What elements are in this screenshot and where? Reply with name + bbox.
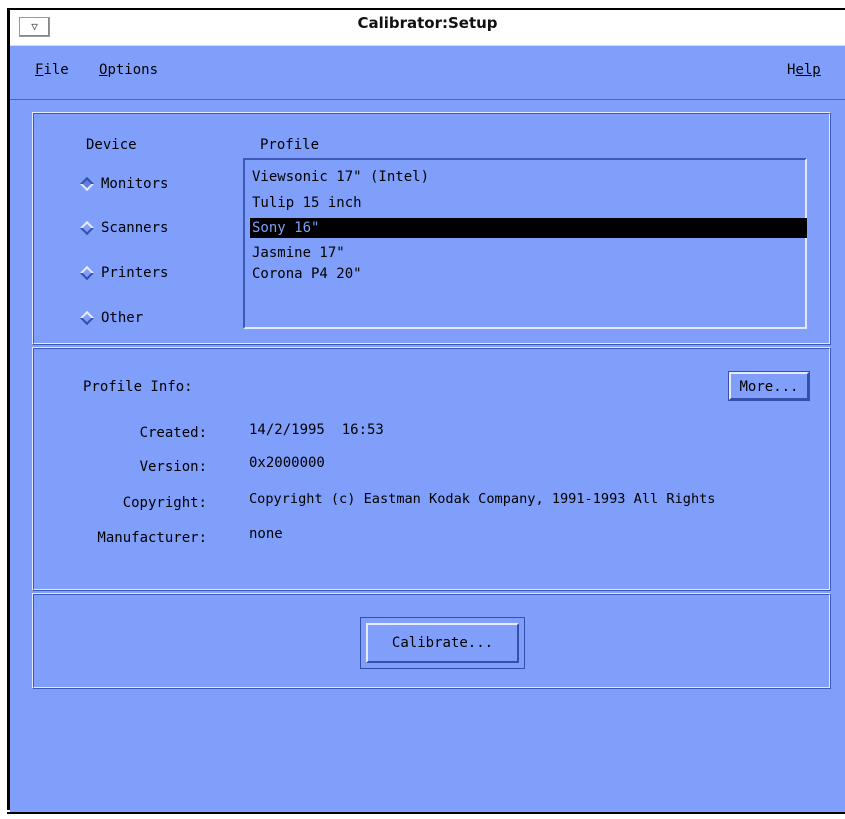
calibrate-button[interactable]: Calibrate... bbox=[366, 623, 519, 663]
radio-label: Monitors bbox=[101, 176, 169, 192]
created-value: 14/2/1995 16:53 bbox=[249, 422, 384, 438]
menu-help[interactable]: Help bbox=[787, 62, 821, 78]
radio-unselected-icon bbox=[79, 265, 95, 281]
radio-printers[interactable]: Printers bbox=[79, 265, 169, 281]
list-item[interactable]: Jasmine 17" bbox=[250, 243, 807, 263]
radio-unselected-icon bbox=[79, 310, 95, 326]
radio-label: Other bbox=[101, 310, 144, 326]
profile-list[interactable]: Viewsonic 17" (Intel) Tulip 15 inch Sony… bbox=[243, 158, 807, 329]
radio-label: Printers bbox=[101, 265, 169, 281]
list-item[interactable]: Viewsonic 17" (Intel) bbox=[250, 167, 807, 187]
profile-info-heading: Profile Info: bbox=[83, 379, 193, 395]
version-value: 0x2000000 bbox=[249, 455, 325, 471]
created-label: Created: bbox=[139, 425, 207, 441]
copyright-label: Copyright: bbox=[122, 495, 207, 511]
manufacturer-value: none bbox=[249, 526, 283, 542]
radio-monitors[interactable]: Monitors bbox=[79, 176, 169, 192]
radio-selected-icon bbox=[79, 176, 95, 192]
window-title: Calibrator:Setup bbox=[357, 14, 498, 32]
radio-label: Scanners bbox=[101, 220, 169, 236]
menu-file[interactable]: File bbox=[35, 62, 69, 78]
more-button[interactable]: More... bbox=[729, 372, 809, 400]
list-item[interactable]: Corona P4 20" bbox=[250, 264, 807, 284]
profile-heading: Profile bbox=[260, 137, 320, 153]
window-frame-bottom bbox=[7, 812, 845, 814]
menu-options[interactable]: Options bbox=[99, 62, 158, 78]
radio-other[interactable]: Other bbox=[79, 310, 144, 326]
radio-scanners[interactable]: Scanners bbox=[79, 220, 169, 236]
list-item-selected[interactable]: Sony 16" bbox=[250, 218, 807, 238]
manufacturer-label: Manufacturer: bbox=[97, 530, 207, 546]
more-button-frame: More... bbox=[728, 371, 810, 401]
list-item[interactable]: Tulip 15 inch bbox=[250, 193, 807, 213]
radio-unselected-icon bbox=[79, 220, 95, 236]
copyright-value: Copyright (c) Eastman Kodak Company, 199… bbox=[249, 491, 716, 507]
device-heading: Device bbox=[86, 137, 137, 153]
calibrate-button-frame: Calibrate... bbox=[360, 617, 525, 669]
version-label: Version: bbox=[139, 459, 207, 475]
